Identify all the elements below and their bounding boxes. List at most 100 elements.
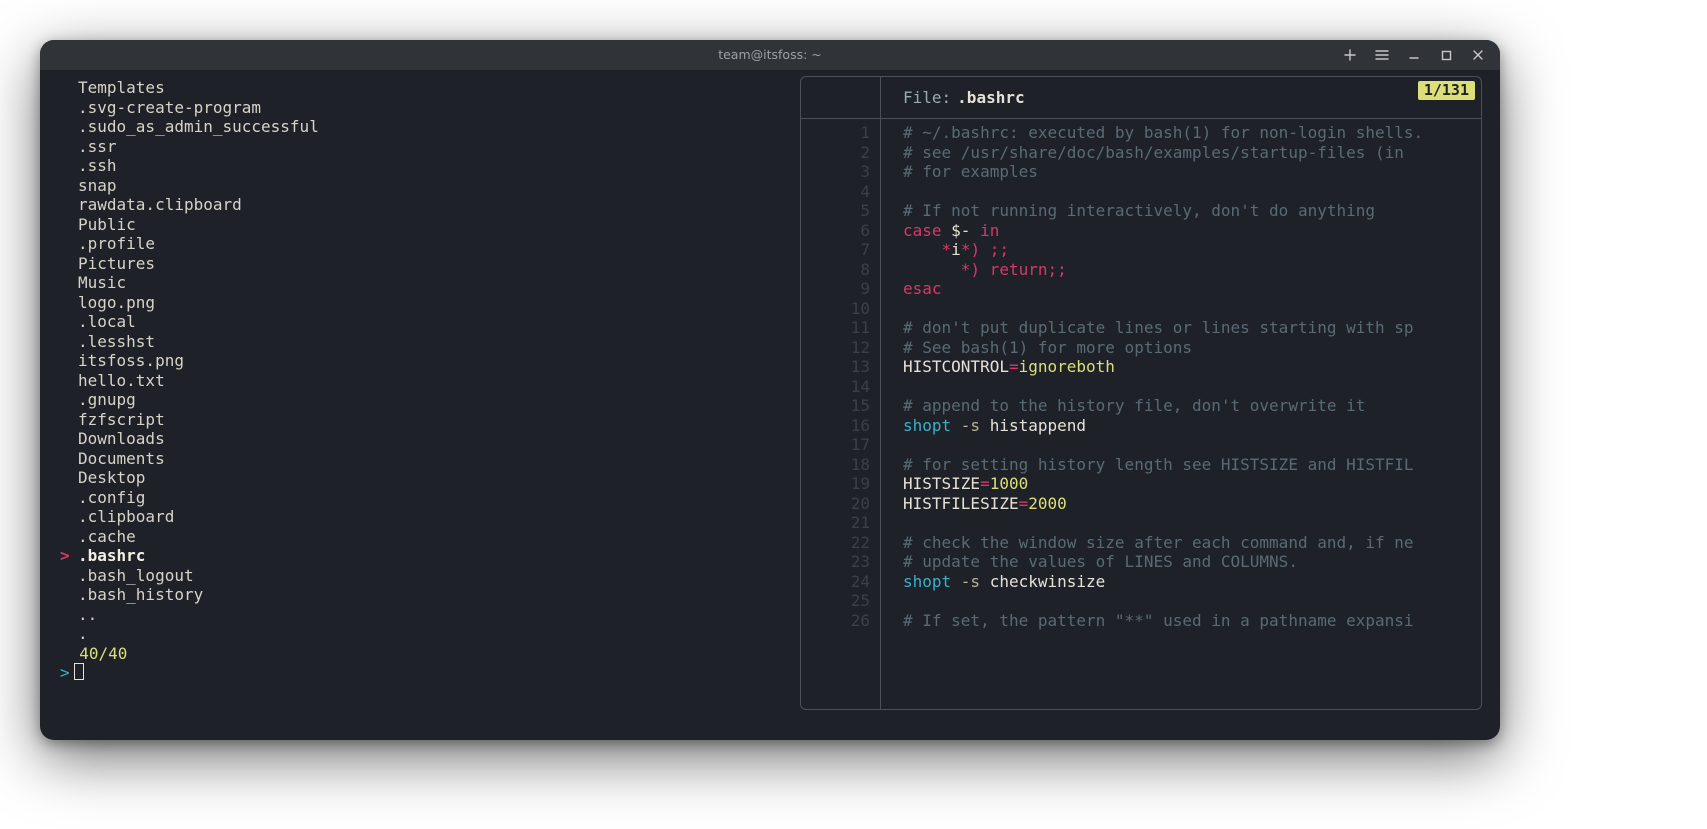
line-number: 10 — [801, 299, 870, 319]
list-item-name: . — [78, 624, 88, 643]
list-item[interactable]: Music — [60, 273, 780, 293]
list-item[interactable]: Pictures — [60, 254, 780, 274]
list-item[interactable]: fzfscript — [60, 410, 780, 430]
line-number: 24 — [801, 572, 870, 592]
list-item[interactable]: snap — [60, 176, 780, 196]
code-line: # for setting history length see HISTSIZ… — [903, 455, 1481, 475]
code-line: # check the window size after each comma… — [903, 533, 1481, 553]
list-item[interactable]: .sudo_as_admin_successful — [60, 117, 780, 137]
list-item[interactable]: .ssr — [60, 137, 780, 157]
selection-marker — [60, 234, 78, 254]
code-view[interactable]: # ~/.bashrc: executed by bash(1) for non… — [881, 119, 1481, 709]
selection-marker — [60, 507, 78, 527]
list-item-name: Music — [78, 273, 126, 292]
list-item-name: .lesshst — [78, 332, 155, 351]
code-line: # If not running interactively, don't do… — [903, 201, 1481, 221]
list-item-name: snap — [78, 176, 117, 195]
line-number: 17 — [801, 435, 870, 455]
list-item-name: .clipboard — [78, 507, 174, 526]
list-item[interactable]: .. — [60, 605, 780, 625]
list-item[interactable]: >.bashrc — [60, 546, 780, 566]
selection-marker — [60, 390, 78, 410]
list-item-name: .local — [78, 312, 136, 331]
list-item[interactable]: Downloads — [60, 429, 780, 449]
list-item[interactable]: .cache — [60, 527, 780, 547]
list-item[interactable]: rawdata.clipboard — [60, 195, 780, 215]
list-item-name: rawdata.clipboard — [78, 195, 242, 214]
list-item-name: Documents — [78, 449, 165, 468]
menu-button[interactable] — [1366, 43, 1398, 67]
code-line: # for examples — [903, 162, 1481, 182]
list-item[interactable]: .local — [60, 312, 780, 332]
file-header: File: .bashrc — [881, 77, 1481, 118]
list-item[interactable]: itsfoss.png — [60, 351, 780, 371]
selection-marker — [60, 156, 78, 176]
line-number: 9 — [801, 279, 870, 299]
code-line — [903, 513, 1481, 533]
list-item-name: .. — [78, 605, 97, 624]
list-item[interactable]: .config — [60, 488, 780, 508]
line-number: 11 — [801, 318, 870, 338]
list-item[interactable]: Documents — [60, 449, 780, 469]
maximize-button[interactable] — [1430, 43, 1462, 67]
list-item-name: Downloads — [78, 429, 165, 448]
code-line: *) return;; — [903, 260, 1481, 280]
selection-marker — [60, 468, 78, 488]
fzf-prompt[interactable]: > — [60, 663, 70, 682]
code-line — [903, 435, 1481, 455]
selection-marker — [60, 585, 78, 605]
line-number: 1 — [801, 123, 870, 143]
window-title: team@itsfoss: ~ — [718, 45, 822, 65]
list-item[interactable]: .bash_history — [60, 585, 780, 605]
list-item[interactable]: .lesshst — [60, 332, 780, 352]
list-item[interactable]: .profile — [60, 234, 780, 254]
line-number: 14 — [801, 377, 870, 397]
list-item-name: itsfoss.png — [78, 351, 184, 370]
list-item[interactable]: .ssh — [60, 156, 780, 176]
terminal-body[interactable]: Templates .svg-create-program .sudo_as_a… — [40, 70, 1500, 740]
window-controls — [1334, 40, 1494, 70]
code-line — [903, 591, 1481, 611]
list-item[interactable]: .clipboard — [60, 507, 780, 527]
fzf-listing[interactable]: Templates .svg-create-program .sudo_as_a… — [60, 78, 780, 683]
list-item[interactable]: Desktop — [60, 468, 780, 488]
list-item-name: .config — [78, 488, 145, 507]
list-item[interactable]: Public — [60, 215, 780, 235]
selection-marker — [60, 527, 78, 547]
selection-marker — [60, 566, 78, 586]
code-line: esac — [903, 279, 1481, 299]
line-number: 20 — [801, 494, 870, 514]
selection-marker — [60, 429, 78, 449]
cursor — [74, 663, 84, 680]
list-item[interactable]: .gnupg — [60, 390, 780, 410]
list-item[interactable]: hello.txt — [60, 371, 780, 391]
line-number: 5 — [801, 201, 870, 221]
result-counter: 40/40 — [60, 644, 127, 663]
code-line: # If set, the pattern "**" used in a pat… — [903, 611, 1481, 631]
page-indicator: 1/131 — [1418, 81, 1475, 100]
preview-header: File: .bashrc — [801, 77, 1481, 119]
line-number: 6 — [801, 221, 870, 241]
list-item[interactable]: logo.png — [60, 293, 780, 313]
line-number: 12 — [801, 338, 870, 358]
list-item[interactable]: .svg-create-program — [60, 98, 780, 118]
selection-marker — [60, 351, 78, 371]
close-button[interactable] — [1462, 43, 1494, 67]
code-line: # see /usr/share/doc/bash/examples/start… — [903, 143, 1481, 163]
list-item-name: .cache — [78, 527, 136, 546]
list-item[interactable]: . — [60, 624, 780, 644]
list-item-name: .bash_logout — [78, 566, 194, 585]
selection-marker — [60, 137, 78, 157]
line-gutter: 1234567891011121314151617181920212223242… — [801, 119, 881, 709]
selection-marker — [60, 195, 78, 215]
minimize-button[interactable] — [1398, 43, 1430, 67]
list-item[interactable]: .bash_logout — [60, 566, 780, 586]
list-item[interactable]: Templates — [60, 78, 780, 98]
code-line: HISTFILESIZE=2000 — [903, 494, 1481, 514]
new-tab-button[interactable] — [1334, 43, 1366, 67]
list-item-name: logo.png — [78, 293, 155, 312]
code-line: shopt -s histappend — [903, 416, 1481, 436]
line-number: 16 — [801, 416, 870, 436]
line-number: 18 — [801, 455, 870, 475]
code-line: # update the values of LINES and COLUMNS… — [903, 552, 1481, 572]
